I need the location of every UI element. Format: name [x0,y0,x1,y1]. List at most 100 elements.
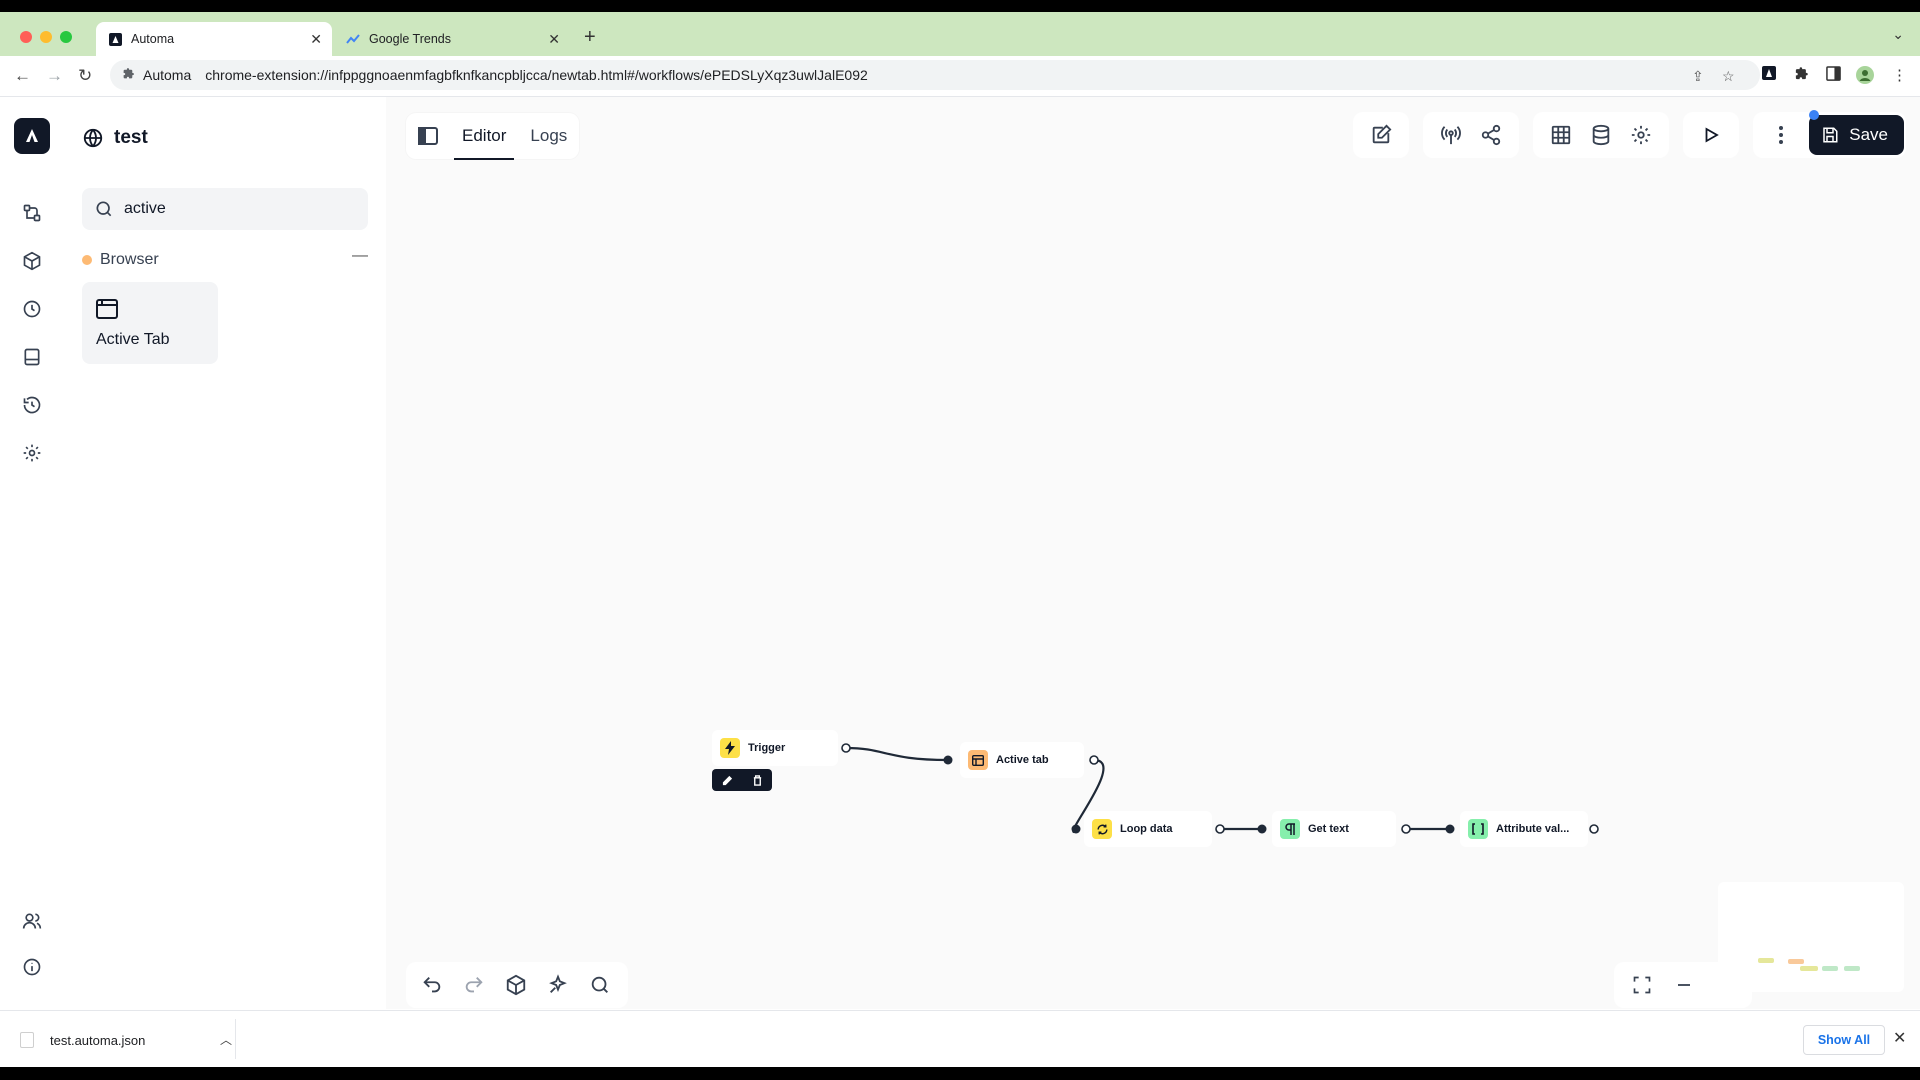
history-icon[interactable] [20,393,44,417]
reload-icon[interactable]: ↻ [78,66,92,86]
profile-avatar-icon[interactable] [1856,66,1874,88]
tab-automa[interactable]: Automa ✕ [96,22,332,56]
node-label: Get text [1308,823,1349,835]
packages-icon[interactable] [20,249,44,273]
browser-window: Automa ✕ Google Trends ✕ + ⌄ ← → ↻ Autom… [0,12,1920,1067]
node-trigger[interactable]: Trigger [712,730,838,766]
download-file-name: test.automa.json [50,1032,146,1048]
output-handle[interactable] [1401,824,1411,834]
site-name: Automa [143,67,192,83]
show-all-button[interactable]: Show All [1803,1025,1885,1055]
share-icon[interactable]: ⇪ [1692,68,1704,85]
zoom-out-icon[interactable] [1664,965,1704,1005]
nav-rail [0,97,64,1009]
minimap-node [1844,966,1860,971]
forward-icon[interactable]: → [46,66,63,86]
output-handle[interactable] [1589,824,1599,834]
fullscreen-icon[interactable] [1622,965,1662,1005]
node-label: Attribute val... [1496,823,1570,835]
category-browser[interactable]: Browser — [82,247,368,273]
tab-search-chevron-icon[interactable]: ⌄ [1892,26,1904,43]
node-label: Active tab [996,754,1049,766]
schedule-clock-icon[interactable] [20,297,44,321]
category-name: Browser [100,251,159,268]
input-handle[interactable] [943,755,953,765]
node-active-tab[interactable]: Active tab [960,742,1084,778]
back-icon[interactable]: ← [14,66,31,86]
new-tab-button[interactable]: + [584,26,596,49]
chevron-up-icon[interactable]: ︿ [220,1031,232,1048]
output-handle[interactable] [1089,755,1099,765]
maximize-window-button[interactable] [60,31,72,43]
edge-trigger-active-tab[interactable] [845,746,949,762]
search-icon [96,201,112,217]
workflow-name: test [114,127,148,148]
tab-title: Automa [131,32,175,46]
paragraph-icon [1280,819,1300,839]
close-shelf-icon[interactable]: ✕ [1893,1028,1906,1048]
input-handle[interactable] [1257,824,1267,834]
workflow-title[interactable]: test [82,127,148,149]
settings-gear-icon[interactable] [20,441,44,465]
trash-icon[interactable] [752,774,763,786]
node-attribute-value[interactable]: Attribute val... [1460,811,1588,847]
minimap-node [1800,966,1818,971]
minimize-window-button[interactable] [40,31,52,43]
minimap-node [1822,966,1838,971]
download-item[interactable]: test.automa.json ︿ [20,1026,232,1054]
output-handle[interactable] [1215,824,1225,834]
magic-arrange-icon[interactable] [538,965,578,1005]
block-active-tab[interactable]: Active Tab [82,282,218,364]
tab-close-icon[interactable]: ✕ [548,31,560,47]
undo-icon[interactable] [412,965,452,1005]
community-users-icon[interactable] [20,909,44,933]
node-toolbar [712,769,772,791]
tab-google-trends[interactable]: Google Trends ✕ [334,22,570,56]
collapse-category-button[interactable]: — [352,247,368,265]
blocks-panel: test Browser — Active Tab [64,97,387,1009]
input-handle[interactable] [1445,824,1455,834]
download-shelf: test.automa.json ︿ Show All ✕ [0,1010,1920,1067]
file-icon [20,1032,34,1048]
address-bar[interactable]: Automa chrome-extension://infppggnoaenmf… [110,60,1760,90]
storage-icon[interactable] [20,345,44,369]
browser-menu-icon[interactable]: ⋮ [1892,66,1907,84]
node-get-text[interactable]: Get text [1272,811,1396,847]
search-nodes-icon[interactable] [580,965,620,1005]
search-input[interactable] [122,199,356,219]
automa-app: test Browser — Active Tab Editor Logs [0,97,1920,1009]
workflows-icon[interactable] [20,201,44,225]
automa-extension-icon[interactable] [1762,66,1776,84]
brackets-icon [1468,819,1488,839]
pencil-icon[interactable] [722,775,733,786]
output-handle[interactable] [841,743,851,753]
globe-icon [83,128,103,148]
bookmark-star-icon[interactable]: ☆ [1722,68,1735,85]
node-loop-data[interactable]: Loop data [1084,811,1212,847]
extensions-icon[interactable] [1794,66,1809,85]
close-window-button[interactable] [20,31,32,43]
lightning-icon [720,738,740,758]
input-handle[interactable] [1071,824,1081,834]
tab-title: Google Trends [369,32,451,46]
browser-toolbar: ← → ↻ Automa chrome-extension://infppggn… [0,56,1920,97]
package-icon[interactable] [496,965,536,1005]
side-panel-icon[interactable] [1826,66,1841,85]
about-info-icon[interactable] [20,955,44,979]
redo-icon[interactable] [454,965,494,1005]
minimap[interactable] [1718,882,1904,992]
block-search[interactable] [82,188,368,230]
trends-favicon-icon [346,32,360,46]
window-icon [968,750,988,770]
url-text: chrome-extension://infppggnoaenmfagbfknf… [205,67,868,83]
category-color-dot [82,255,92,265]
minimap-node [1788,959,1804,964]
automa-logo-icon[interactable] [14,118,50,154]
tab-close-icon[interactable]: ✕ [310,31,322,47]
extension-puzzle-icon [122,67,135,83]
minimap-node [1758,958,1774,963]
history-controls [406,962,628,1008]
workflow-canvas[interactable]: Editor Logs Save Trigger Active tab Loop… [386,97,1920,1009]
divider [235,1019,236,1059]
tab-strip: Automa ✕ Google Trends ✕ + ⌄ [0,12,1920,56]
